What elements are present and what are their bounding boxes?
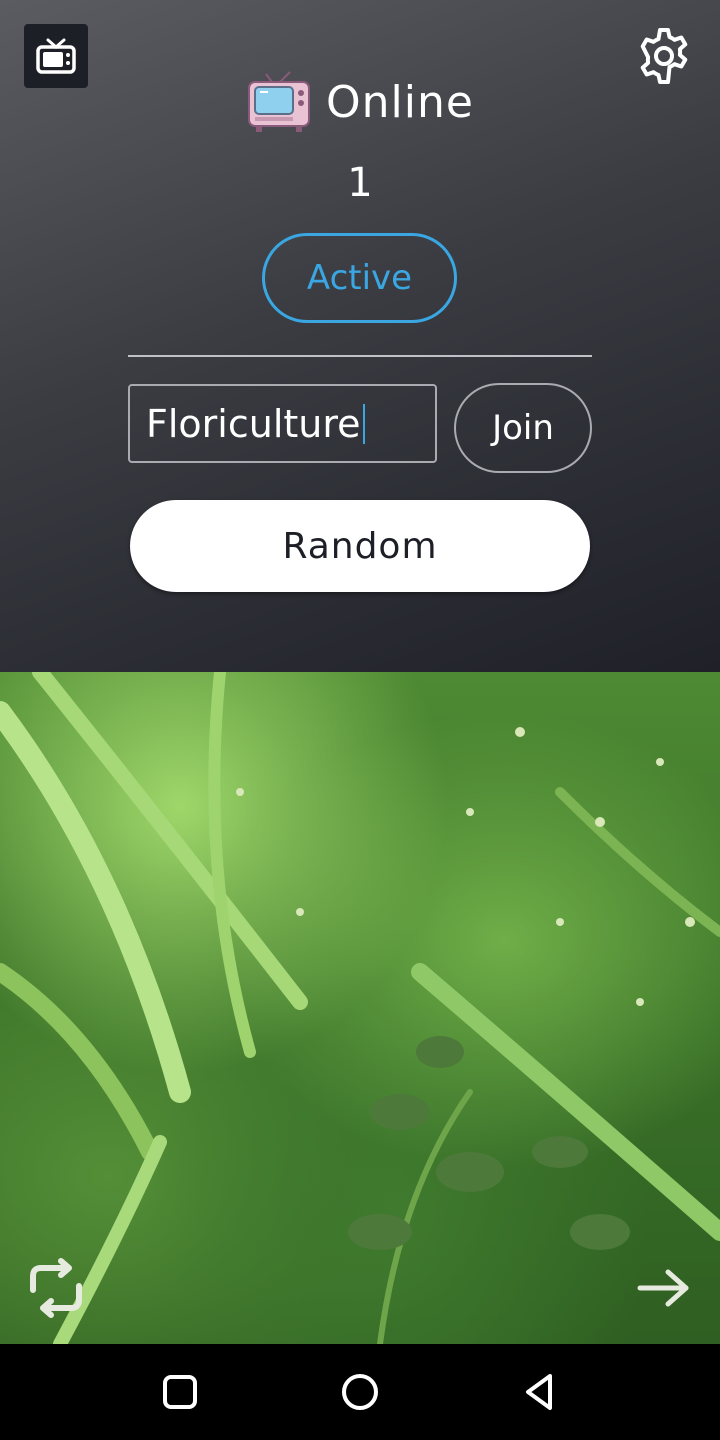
divider [128,355,592,357]
next-button[interactable] [632,1256,696,1320]
random-button[interactable]: Random [130,500,590,592]
recents-button[interactable] [152,1364,208,1420]
online-count: 1 [347,160,373,206]
online-header: Online [0,66,720,138]
online-label: Online [326,76,474,128]
grass-image [0,672,720,1344]
camera-preview [0,672,720,1344]
rotate-camera-button[interactable] [20,1256,92,1320]
square-icon [163,1375,197,1409]
rotate-camera-icon [30,1258,82,1318]
triangle-back-icon [526,1374,552,1410]
system-navigation-bar [0,1344,720,1440]
room-name-input[interactable]: Floriculture [128,384,437,463]
arrow-right-icon [637,1269,689,1307]
active-status-button[interactable]: Active [262,233,457,323]
circle-icon [342,1374,378,1410]
join-button[interactable]: Join [454,383,592,473]
retro-tv-icon [248,71,311,132]
back-button[interactable] [512,1364,568,1420]
text-caret [362,403,365,444]
room-name-value: Floriculture [146,401,361,446]
home-button[interactable] [332,1364,388,1420]
